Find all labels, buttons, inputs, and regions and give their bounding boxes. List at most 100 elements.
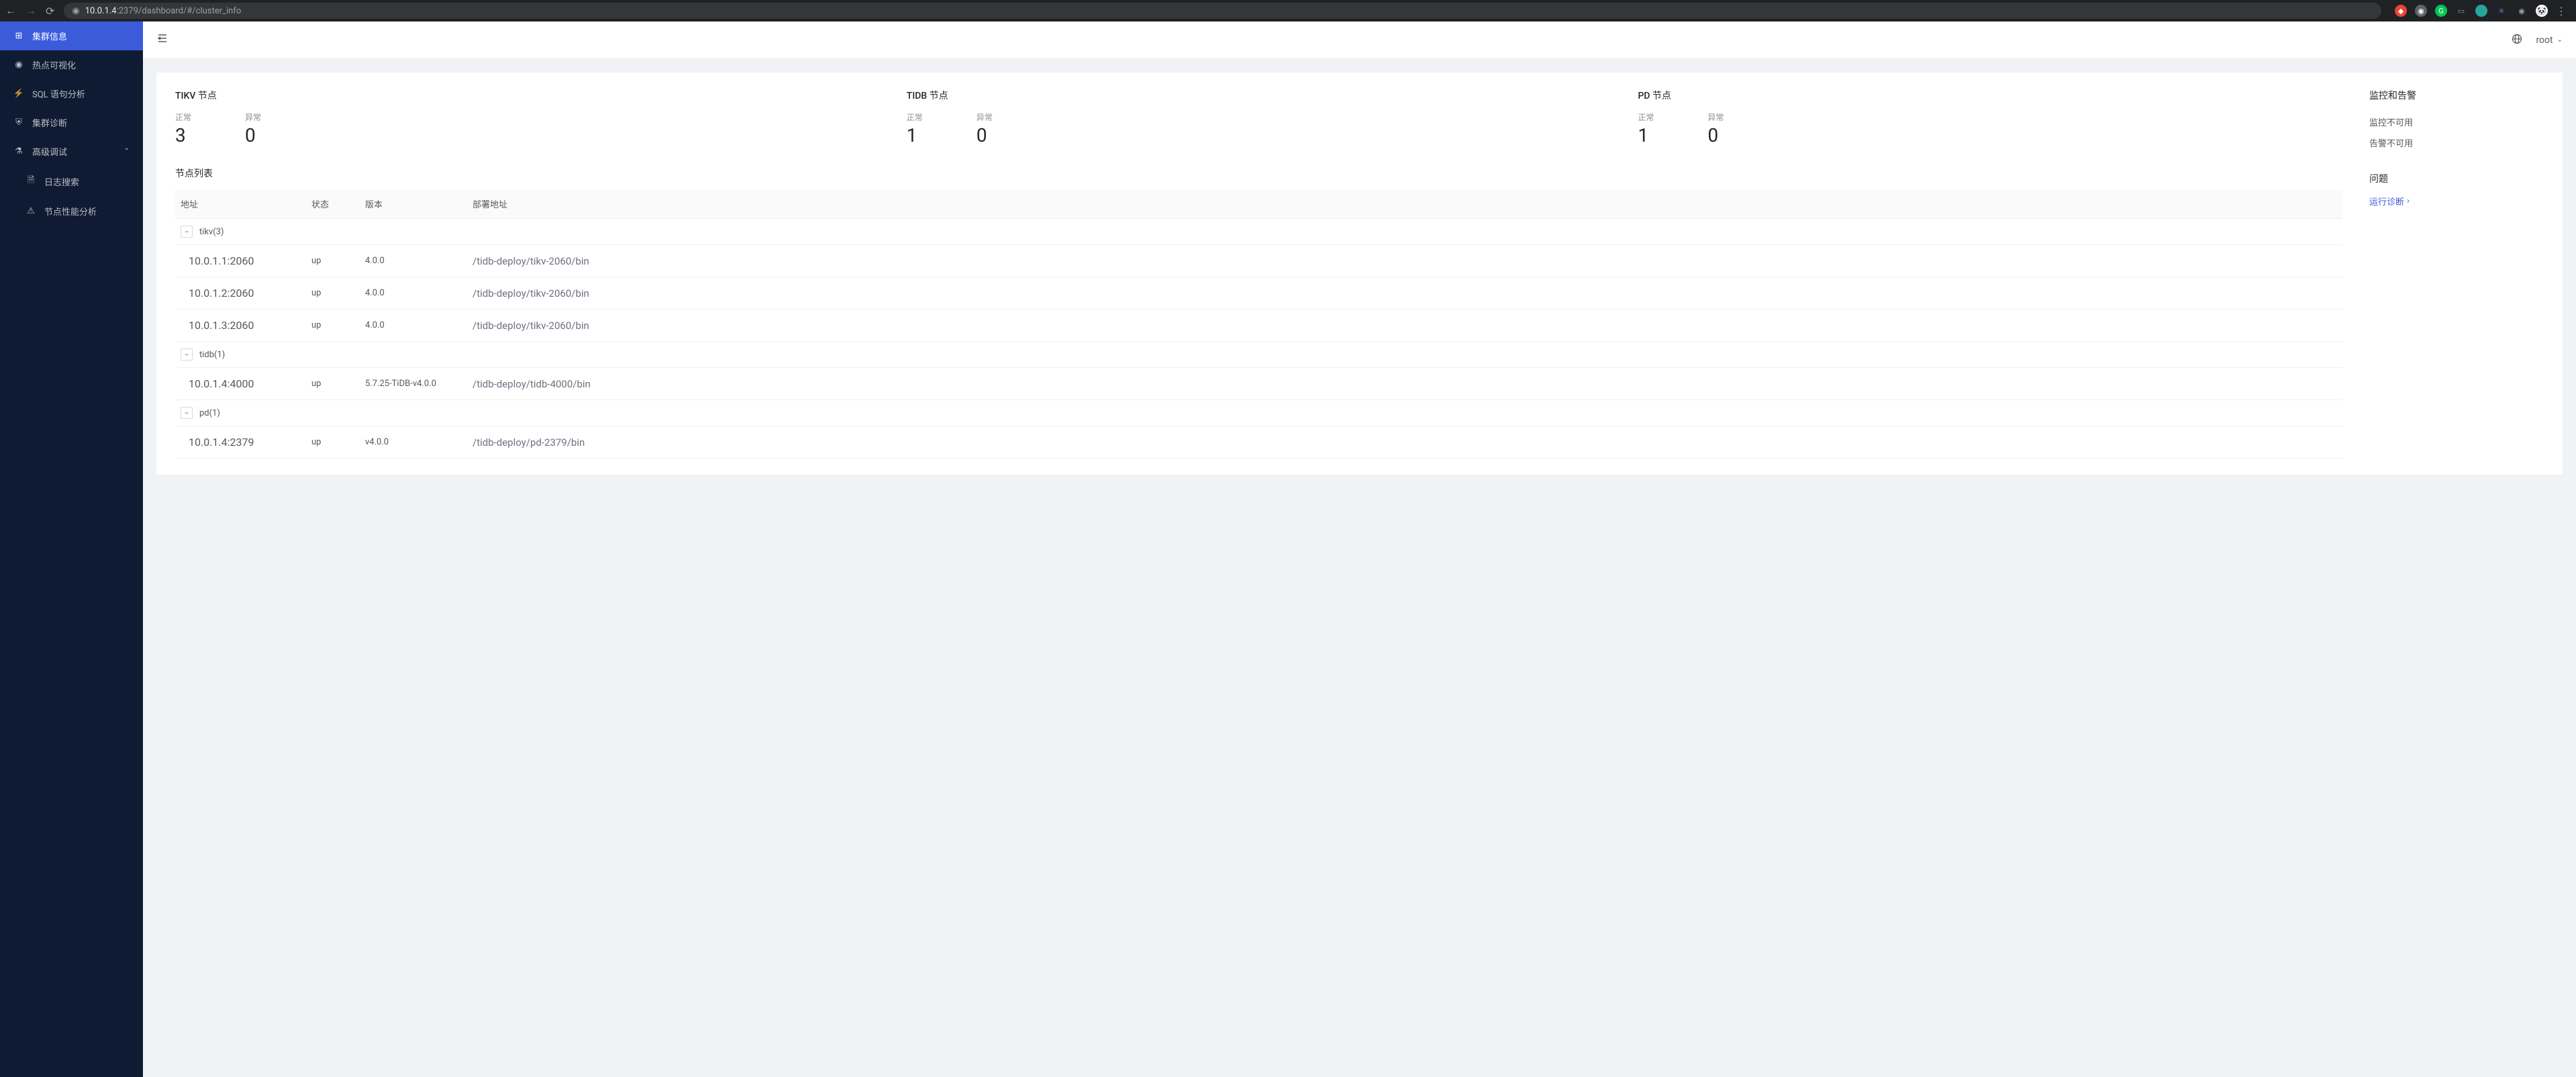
cell-status: up: [311, 320, 365, 330]
stat-tikv-normal: 正常 3: [175, 111, 191, 146]
stat-label: 异常: [977, 111, 993, 123]
sidebar-item-sql-analysis[interactable]: ⚡ SQL 语句分析: [0, 79, 143, 108]
side-alert-na: 告警不可用: [2369, 132, 2544, 153]
col-header-deploy: 部署地址: [473, 197, 2337, 210]
stats-row: TIKV 节点 正常 3 异常 0: [175, 89, 2342, 146]
cell-deploy: /tidb-deploy/tikv-2060/bin: [473, 287, 2337, 299]
collapse-toggle[interactable]: −: [181, 348, 193, 361]
file-icon: 🗎: [26, 174, 36, 189]
stat-label: 正常: [175, 111, 191, 123]
cell-status: up: [311, 288, 365, 298]
side-title: 问题: [2369, 172, 2544, 185]
side-monitor-na: 监控不可用: [2369, 111, 2544, 132]
cell-status: up: [311, 437, 365, 447]
side-title: 监控和告警: [2369, 89, 2544, 102]
url-bar[interactable]: ◉ 10.0.1.4:2379/dashboard/#/cluster_info: [64, 3, 2381, 19]
url-host: 10.0.1.4: [85, 6, 117, 16]
nav-back-button[interactable]: ←: [5, 4, 16, 17]
browser-extensions: ◆ ◉ G ▭ ✳ ◉ 🐼 ⋮: [2391, 5, 2571, 17]
sidebar-item-profiling[interactable]: ⚠ 节点性能分析: [0, 197, 143, 226]
run-diagnostics-link[interactable]: 运行诊断 ›: [2369, 195, 2410, 207]
cell-address: 10.0.1.4:2379: [181, 436, 311, 449]
ext-icon-1[interactable]: ◆: [2395, 5, 2407, 17]
ext-icon-2[interactable]: ◉: [2415, 5, 2427, 17]
user-name: root: [2536, 35, 2553, 46]
stat-pd-abnormal: 异常 0: [1707, 111, 1724, 146]
cell-address: 10.0.1.4:4000: [181, 377, 311, 390]
table-row: 10.0.1.1:2060up4.0.0/tidb-deploy/tikv-20…: [175, 245, 2342, 277]
table-row: 10.0.1.4:2379upv4.0.0/tidb-deploy/pd-237…: [175, 426, 2342, 459]
ext-icon-6[interactable]: ✳: [2495, 5, 2508, 17]
chevron-right-icon: ›: [2407, 196, 2410, 206]
browser-menu-button[interactable]: ⋮: [2556, 5, 2567, 17]
nav-reload-button[interactable]: ⟳: [46, 5, 54, 17]
sidebar-item-label: 集群诊断: [32, 116, 67, 129]
warning-icon: ⚠: [26, 206, 36, 216]
card: TIKV 节点 正常 3 异常 0: [156, 73, 2563, 475]
cell-deploy: /tidb-deploy/tikv-2060/bin: [473, 255, 2337, 267]
sidebar-item-log-search[interactable]: 🗎 日志搜索: [0, 166, 143, 197]
stat-label: 异常: [1707, 111, 1724, 123]
stat-label: 异常: [245, 111, 261, 123]
table-row: 10.0.1.3:2060up4.0.0/tidb-deploy/tikv-20…: [175, 310, 2342, 342]
cell-status: up: [311, 379, 365, 389]
sidebar-item-label: 日志搜索: [44, 175, 79, 188]
ext-icon-4[interactable]: ▭: [2455, 5, 2467, 17]
app: ⊞ 集群信息 ◉ 热点可视化 ⚡ SQL 语句分析 ⛨ 集群诊断 ⚗ 高级调试 …: [0, 21, 2576, 1077]
table-group[interactable]: −tikv(3): [175, 219, 2342, 245]
table-row: 10.0.1.2:2060up4.0.0/tidb-deploy/tikv-20…: [175, 277, 2342, 310]
stat-label: 正常: [1638, 111, 1654, 123]
stat-tidb-abnormal: 异常 0: [977, 111, 993, 146]
cell-address: 10.0.1.1:2060: [181, 254, 311, 267]
cell-address: 10.0.1.2:2060: [181, 287, 311, 299]
sidebar-item-label: 集群信息: [32, 30, 67, 42]
node-table: 地址 状态 版本 部署地址 −tikv(3)10.0.1.1:2060up4.0…: [175, 189, 2342, 459]
group-name: tikv(3): [199, 227, 224, 237]
chevron-down-icon: ⌄: [2557, 36, 2563, 44]
globe-icon: ◉: [72, 6, 79, 16]
ext-icon-8[interactable]: 🐼: [2536, 5, 2548, 17]
stat-pd-normal: 正常 1: [1638, 111, 1654, 146]
group-name: pd(1): [199, 408, 220, 418]
sidebar-item-keyviz[interactable]: ◉ 热点可视化: [0, 50, 143, 79]
table-group[interactable]: −tidb(1): [175, 342, 2342, 368]
stat-tidb-normal: 正常 1: [907, 111, 923, 146]
cell-address: 10.0.1.3:2060: [181, 319, 311, 332]
ext-icon-7[interactable]: ◉: [2516, 5, 2528, 17]
card-side: 监控和告警 监控不可用 告警不可用 问题 运行诊断 ›: [2369, 89, 2544, 459]
side-monitor-section: 监控和告警 监控不可用 告警不可用: [2369, 89, 2544, 153]
url-path: :2379/dashboard/#/cluster_info: [117, 6, 242, 16]
collapse-toggle[interactable]: −: [181, 407, 193, 419]
stat-group-tikv: TIKV 节点 正常 3 异常 0: [175, 89, 880, 146]
chevron-up-icon: ⌃: [124, 148, 130, 155]
debug-icon: ⚗: [13, 146, 24, 156]
sidebar-item-advanced-debug[interactable]: ⚗ 高级调试 ⌃: [0, 137, 143, 166]
shield-icon: ⛨: [13, 118, 24, 128]
ext-icon-3[interactable]: G: [2435, 5, 2447, 17]
sidebar-collapse-button[interactable]: [156, 32, 168, 48]
cell-status: up: [311, 256, 365, 266]
link-label: 运行诊断: [2369, 195, 2404, 207]
cell-deploy: /tidb-deploy/pd-2379/bin: [473, 436, 2337, 449]
collapse-toggle[interactable]: −: [181, 226, 193, 238]
stat-label: 正常: [907, 111, 923, 123]
browser-chrome: ← → ⟳ ◉ 10.0.1.4:2379/dashboard/#/cluste…: [0, 0, 2576, 21]
stat-title: PD 节点: [1638, 89, 2342, 102]
table-group[interactable]: −pd(1): [175, 400, 2342, 426]
sidebar-item-label: 热点可视化: [32, 58, 76, 71]
stat-value: 1: [1638, 124, 1654, 146]
table-row: 10.0.1.4:4000up5.7.25-TiDB-v4.0.0/tidb-d…: [175, 368, 2342, 400]
user-menu[interactable]: root ⌄: [2536, 35, 2563, 46]
col-header-version: 版本: [365, 197, 473, 210]
sidebar-item-label: 节点性能分析: [44, 205, 97, 218]
table-body: −tikv(3)10.0.1.1:2060up4.0.0/tidb-deploy…: [175, 219, 2342, 459]
cluster-icon: ⊞: [13, 31, 24, 41]
language-button[interactable]: [2512, 34, 2522, 47]
sidebar-item-diagnostics[interactable]: ⛨ 集群诊断: [0, 108, 143, 137]
stat-title: TIDB 节点: [907, 89, 1612, 102]
ext-icon-5[interactable]: [2475, 5, 2487, 17]
sidebar-item-cluster-info[interactable]: ⊞ 集群信息: [0, 21, 143, 50]
nav-forward-button[interactable]: →: [26, 4, 36, 17]
cell-version: 5.7.25-TiDB-v4.0.0: [365, 379, 473, 389]
col-header-status: 状态: [311, 197, 365, 210]
